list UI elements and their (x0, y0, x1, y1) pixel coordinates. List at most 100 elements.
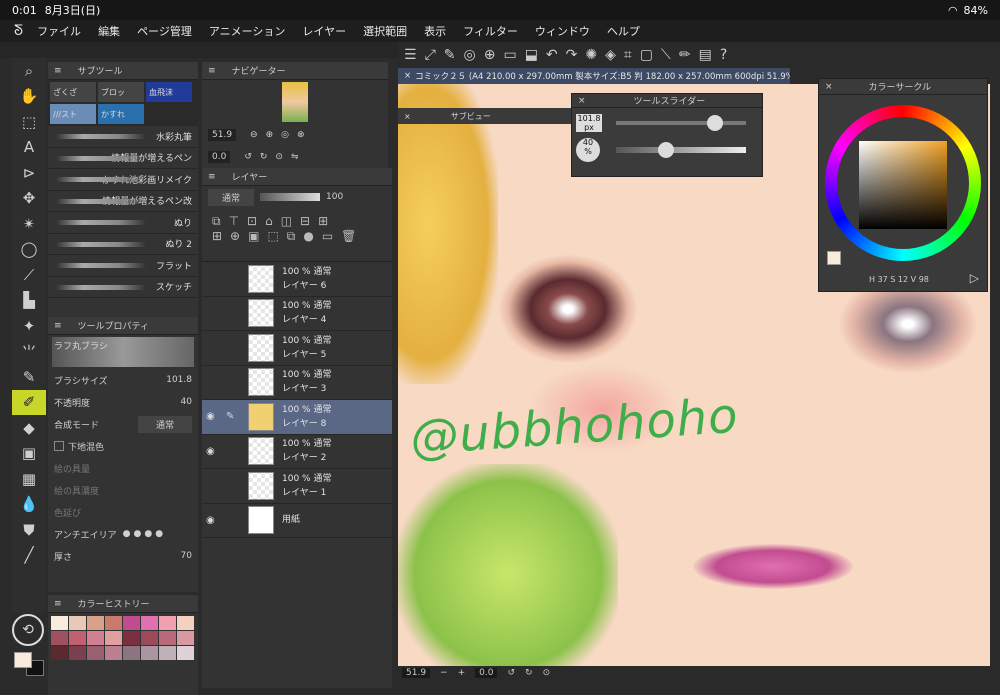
pen-tool-icon[interactable]: ✎ (12, 364, 46, 390)
antialias-options-icon[interactable]: ●●●● (123, 529, 166, 539)
size-slider-knob[interactable] (707, 115, 723, 131)
menu-selection[interactable]: 選択範囲 (363, 23, 407, 39)
color-swatch[interactable] (141, 616, 158, 630)
gradient-tool-icon[interactable]: ▣ (12, 441, 46, 467)
color-swatch[interactable] (159, 646, 176, 660)
deselect-icon[interactable]: ▢ (640, 47, 653, 63)
brush-item[interactable]: ぬり (48, 212, 198, 234)
opacity-slider[interactable] (616, 142, 746, 158)
undo-gesture-icon[interactable]: ⟲ (12, 614, 44, 646)
reset-rotation-icon[interactable]: ⊙ (543, 668, 551, 678)
layer-toolbar[interactable]: ⧉⊤⊡⌂◫⊟⊞ ⊞⊕▣⬚⧉●▭🗑 (202, 208, 392, 262)
document-tab[interactable]: × コミック２５ (A4 210.00 x 297.00mm 製本サイズ:B5 判… (398, 68, 790, 84)
decoration-tool-icon[interactable]: ⺌ (12, 339, 46, 365)
rotate-right-icon[interactable]: ↻ (525, 668, 533, 678)
magic-wand-icon[interactable]: ✴ (12, 211, 46, 237)
subtool-tab-1[interactable]: ざくざ (50, 82, 96, 102)
opacity-row[interactable]: 不透明度 40 (48, 391, 198, 413)
menu-file[interactable]: ファイル (37, 23, 81, 39)
menu-animation[interactable]: アニメーション (209, 23, 286, 39)
color-swatch[interactable] (141, 631, 158, 645)
under-checkbox[interactable] (54, 441, 64, 451)
menu-page[interactable]: ページ管理 (137, 23, 192, 39)
color-swatch[interactable] (87, 631, 104, 645)
hand-tool-icon[interactable]: ✋ (12, 84, 46, 110)
main-color-chip[interactable] (827, 251, 841, 265)
eraser-icon[interactable]: ◆ (12, 415, 46, 441)
size-slider[interactable] (616, 115, 746, 131)
operation-tool-icon[interactable]: ⬚ (12, 109, 46, 135)
color-swatch[interactable] (51, 616, 68, 630)
hamburger-icon[interactable]: ☰ (404, 47, 417, 63)
frame-tool-icon[interactable]: ▦ (12, 466, 46, 492)
menu-help[interactable]: ヘルプ (607, 23, 640, 39)
panel-menu-icon[interactable]: ≡ (54, 66, 62, 76)
eye-icon[interactable]: ◉ (206, 515, 215, 526)
color-swatch[interactable] (87, 646, 104, 660)
ring-icon[interactable]: ◎ (464, 47, 476, 63)
layer-row-selected[interactable]: ◉ ✎ 100 % 通常 レイヤー 8 (202, 400, 392, 435)
color-swatch[interactable] (123, 646, 140, 660)
brush-size-row[interactable]: ブラシサイズ 101.8 (48, 369, 198, 391)
color-swatch[interactable] (69, 616, 86, 630)
panel-menu-icon[interactable]: ≡ (208, 172, 216, 182)
color-swatch[interactable] (159, 616, 176, 630)
zoom-in-icon[interactable]: + (458, 668, 466, 678)
redo-icon[interactable]: ↷ (566, 47, 578, 63)
brush-item[interactable]: 情報量が増えるペン改 (48, 191, 198, 212)
color-swatch[interactable] (87, 616, 104, 630)
menu-view[interactable]: 表示 (424, 23, 446, 39)
color-swatch[interactable] (177, 616, 194, 630)
ruler-tool-icon[interactable]: ▙ (12, 288, 46, 314)
app-logo-icon[interactable]: ᘕ (14, 23, 23, 39)
layer-row[interactable]: 100 % 通常 レイヤー 4 (202, 297, 392, 331)
lasso-tool-icon[interactable]: ⊳ (12, 160, 46, 186)
antialias-row[interactable]: アンチエイリア ●●●● (48, 523, 198, 545)
close-icon[interactable]: × (404, 112, 411, 121)
color-swatch[interactable] (177, 631, 194, 645)
fill-tool-icon[interactable]: ⛊ (12, 517, 46, 543)
layer-blend-row[interactable]: 通常 100 (202, 186, 392, 208)
clear-icon[interactable]: ✺ (585, 47, 597, 63)
layer-row[interactable]: 100 % 通常 レイヤー 5 (202, 331, 392, 366)
sparkle-tool-icon[interactable]: ✦ (12, 313, 46, 339)
help-icon[interactable]: ? (720, 47, 727, 63)
color-swatch[interactable] (177, 646, 194, 660)
edit-icon[interactable]: ✎ (444, 47, 456, 63)
menu-window[interactable]: ウィンドウ (535, 23, 590, 39)
close-icon[interactable]: × (404, 71, 411, 81)
opacity-slider-knob[interactable] (657, 142, 674, 158)
layer-row[interactable]: ◉ 100 % 通常 レイヤー 2 (202, 435, 392, 469)
subtool-tab-5[interactable]: かすれ (98, 104, 144, 124)
nav-angle-row[interactable]: 0.0 ↺↻⊙⇋ (202, 146, 388, 168)
open-icon[interactable]: ▭ (503, 47, 516, 63)
color-swatch[interactable] (69, 631, 86, 645)
zoom-tool-icon[interactable]: ⌕ (12, 58, 46, 84)
zoom-out-icon[interactable]: − (440, 668, 448, 678)
fill-icon[interactable]: ◈ (605, 47, 616, 63)
layer-row-paper[interactable]: ◉ 用紙 (202, 504, 392, 538)
layer-row[interactable]: 100 % 通常 レイヤー 6 (202, 262, 392, 297)
subtool-tab-2[interactable]: ブロッ (98, 82, 144, 102)
panel-menu-icon[interactable]: ≡ (54, 599, 62, 609)
rotate-left-icon[interactable]: ↺ (507, 668, 515, 678)
save-icon[interactable]: ⬓ (525, 47, 538, 63)
bottom-angle[interactable]: 0.0 (475, 668, 498, 678)
blend-select[interactable]: 通常 (137, 415, 192, 433)
color-swatch[interactable] (51, 646, 68, 660)
menu-edit[interactable]: 編集 (98, 23, 120, 39)
nav-zoom-value[interactable]: 51.9 (208, 129, 237, 141)
color-swatch[interactable] (141, 646, 158, 660)
main-color-swatch[interactable] (14, 652, 32, 668)
subtool-tab-3[interactable]: 血飛沫 (146, 82, 192, 102)
eye-icon[interactable]: ◉ (206, 411, 215, 422)
layer-opacity-slider[interactable] (260, 193, 321, 201)
color-swatch[interactable] (105, 616, 122, 630)
navigator-thumbnail[interactable] (282, 82, 308, 122)
brush-item[interactable]: かすれ池彩画リメイク (48, 169, 198, 191)
undo-icon[interactable]: ↶ (546, 47, 558, 63)
brush-item[interactable]: スケッチ (48, 277, 198, 298)
eyedropper-icon[interactable]: ⟋ (12, 262, 46, 288)
close-icon[interactable]: × (825, 82, 833, 92)
new-icon[interactable]: ⊕ (484, 47, 496, 63)
